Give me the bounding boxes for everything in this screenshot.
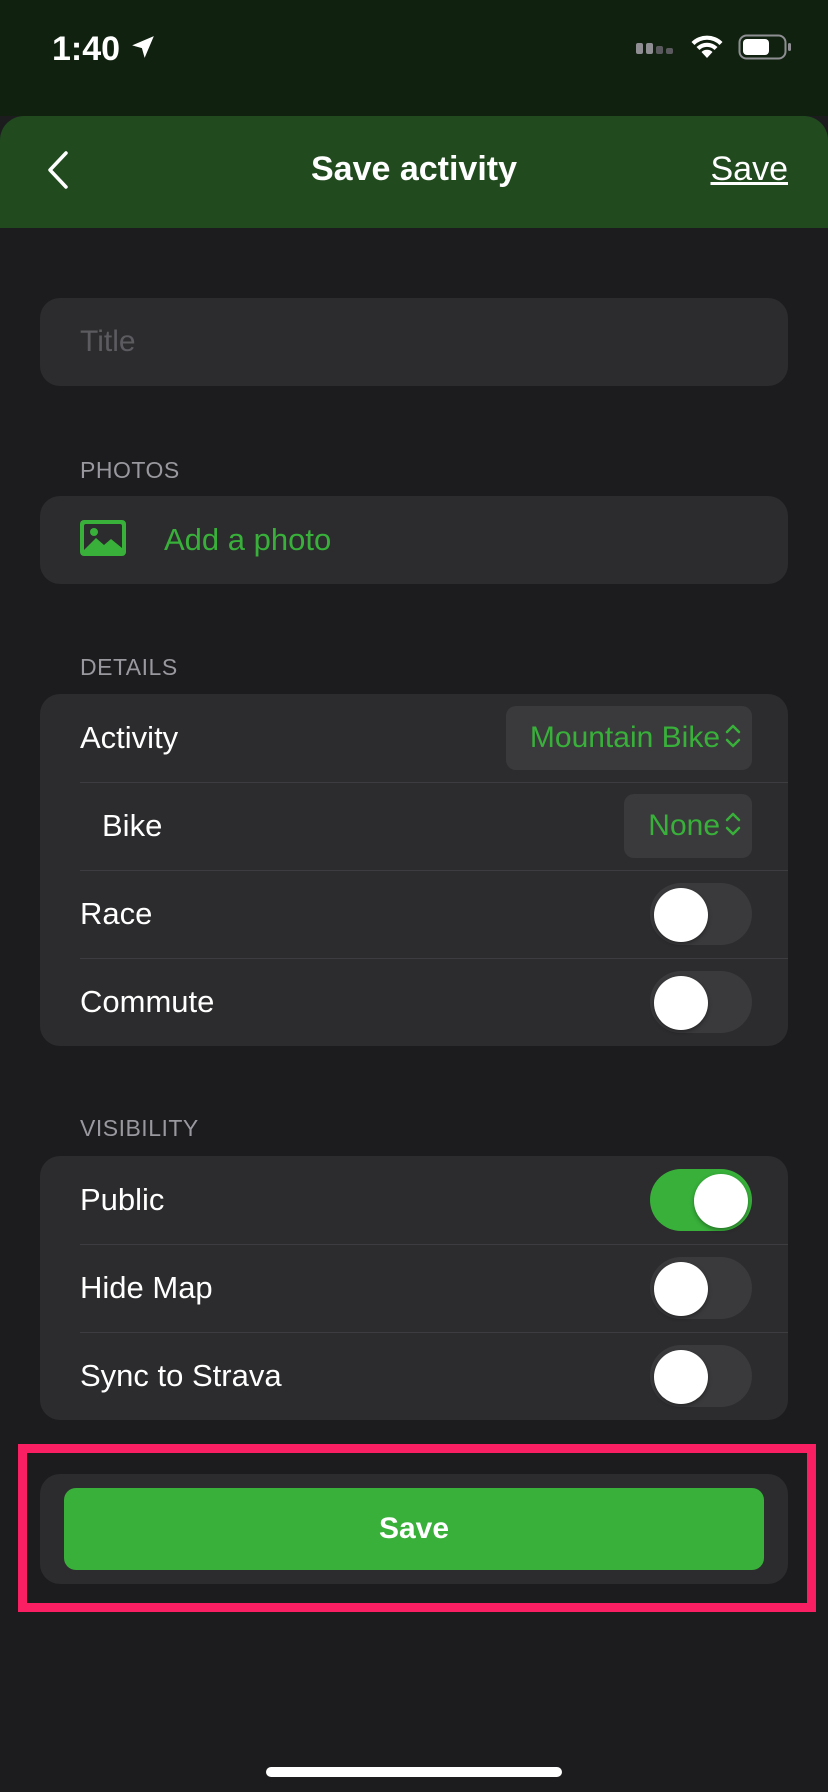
chevron-up-down-icon — [724, 722, 742, 755]
bike-picker-value: None — [648, 809, 720, 842]
race-label: Race — [80, 896, 153, 931]
status-time: 1:40 — [52, 30, 121, 68]
bike-label: Bike — [102, 808, 163, 843]
commute-row: Commute — [40, 958, 788, 1046]
public-row: Public — [40, 1156, 788, 1244]
public-toggle[interactable] — [650, 1169, 752, 1231]
activity-label: Activity — [80, 720, 179, 755]
status-time-group: 1:40 — [52, 30, 156, 69]
add-photo-label: Add a photo — [164, 522, 332, 557]
bike-row: Bike None — [40, 782, 788, 870]
visibility-section-header: VISIBILITY — [80, 1115, 199, 1141]
add-photo-button[interactable]: Add a photo — [40, 496, 788, 584]
title-input[interactable] — [40, 298, 788, 386]
details-section-header: DETAILS — [80, 654, 178, 680]
home-indicator[interactable] — [266, 1767, 562, 1777]
location-arrow-icon — [130, 30, 156, 69]
hide-map-label: Hide Map — [80, 1270, 213, 1305]
wifi-icon — [690, 34, 724, 65]
chevron-up-down-icon — [724, 810, 742, 843]
commute-toggle[interactable] — [650, 971, 752, 1033]
activity-picker[interactable]: Mountain Bike — [505, 706, 752, 770]
public-label: Public — [80, 1182, 165, 1217]
battery-icon — [738, 34, 792, 65]
race-toggle[interactable] — [650, 883, 752, 945]
commute-label: Commute — [80, 984, 215, 1019]
status-bar: 1:40 — [0, 0, 828, 116]
toggle-knob — [694, 1174, 748, 1228]
race-row: Race — [40, 870, 788, 958]
toggle-knob — [654, 976, 708, 1030]
highlight-outline — [18, 1444, 816, 1612]
hide-map-row: Hide Map — [40, 1244, 788, 1332]
sync-strava-row: Sync to Strava — [40, 1332, 788, 1420]
nav-save-button[interactable]: Save — [711, 150, 789, 189]
hide-map-toggle[interactable] — [650, 1257, 752, 1319]
toggle-knob — [654, 1350, 708, 1404]
details-card: Activity Mountain Bike Bike None Race Co… — [40, 694, 788, 1046]
sync-strava-label: Sync to Strava — [80, 1358, 282, 1393]
photo-icon — [80, 519, 126, 561]
toggle-knob — [654, 888, 708, 942]
toggle-knob — [654, 1262, 708, 1316]
sync-strava-toggle[interactable] — [650, 1345, 752, 1407]
bike-picker[interactable]: None — [624, 794, 752, 858]
page-title: Save activity — [310, 150, 518, 188]
activity-picker-value: Mountain Bike — [529, 721, 720, 754]
activity-row: Activity Mountain Bike — [40, 694, 788, 782]
navigation-bar: Save activity Save — [0, 116, 828, 228]
cellular-signal-icon — [636, 40, 676, 59]
visibility-card: Public Hide Map Sync to Strava — [40, 1156, 788, 1420]
photos-card: Add a photo — [40, 496, 788, 584]
status-icons — [636, 34, 792, 65]
photos-section-header: PHOTOS — [80, 457, 180, 483]
